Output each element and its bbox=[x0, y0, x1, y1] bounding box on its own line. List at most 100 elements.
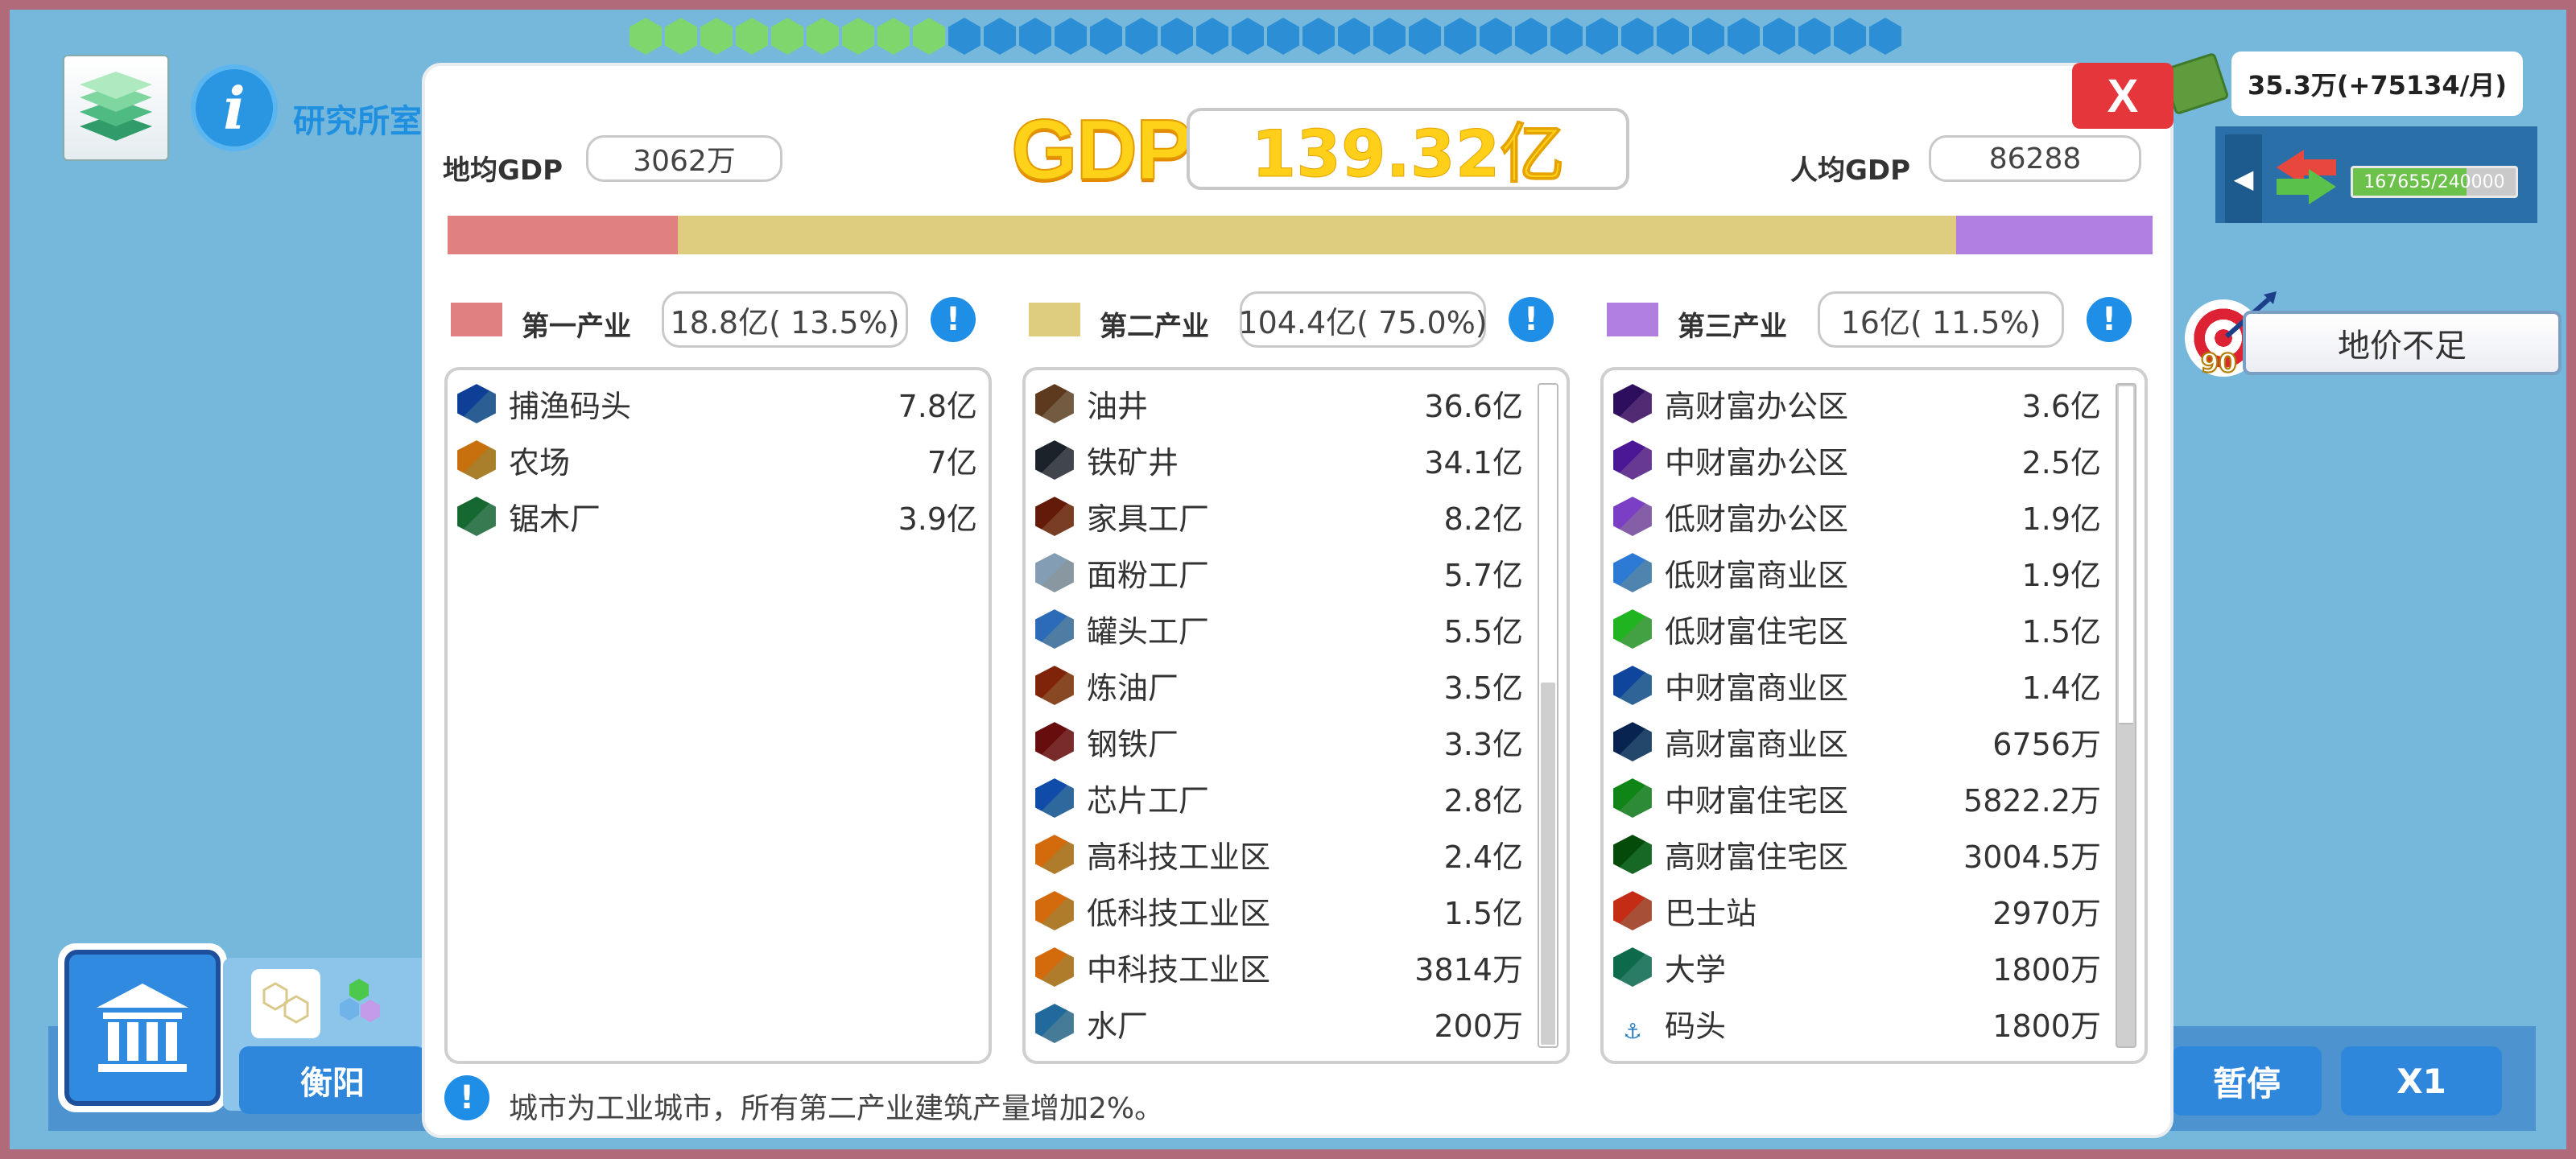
building-name: 水厂 bbox=[1087, 1008, 1149, 1044]
list-item[interactable]: ⚓ 码头 1800万 bbox=[1604, 995, 2112, 1051]
list-item[interactable]: 高财富住宅区 3004.5万 bbox=[1604, 826, 2112, 882]
building-gdp: 2.5亿 bbox=[2021, 444, 2101, 481]
city-hall-button[interactable] bbox=[58, 943, 227, 1112]
list-item[interactable]: 高科技工业区 2.4亿 bbox=[1026, 826, 1534, 882]
research-link[interactable]: 研究所室 bbox=[293, 95, 438, 142]
map-hex-tile bbox=[630, 18, 662, 55]
map-hex-tile bbox=[1621, 18, 1653, 55]
building-name: 家具工厂 bbox=[1087, 501, 1210, 537]
building-gdp: 1.4亿 bbox=[2021, 670, 2101, 706]
sector-info-icon[interactable]: ! bbox=[2087, 297, 2132, 342]
list-item[interactable]: 中科技工业区 3814万 bbox=[1026, 938, 1534, 995]
list-item[interactable]: 钢铁厂 3.3亿 bbox=[1026, 713, 1534, 769]
building-gdp: 5.5亿 bbox=[1443, 613, 1523, 650]
building-gdp: 7亿 bbox=[927, 444, 977, 481]
scrollbar-thumb[interactable] bbox=[2119, 386, 2133, 724]
hex-grid-button[interactable] bbox=[251, 969, 320, 1038]
pause-button[interactable]: 暂停 bbox=[2172, 1046, 2322, 1116]
map-hex-tile bbox=[1728, 18, 1760, 55]
list-item[interactable]: 高财富办公区 3.6亿 bbox=[1604, 375, 2112, 431]
building-name: 低财富商业区 bbox=[1665, 557, 1849, 593]
map-hex-tile bbox=[1338, 18, 1370, 55]
trade-swap-icon[interactable] bbox=[2272, 145, 2341, 209]
list-item[interactable]: 水厂 200万 bbox=[1026, 995, 1534, 1051]
hex-grid-icon bbox=[262, 982, 309, 1024]
info-icon[interactable]: i bbox=[191, 64, 278, 151]
building-name: 芯片工厂 bbox=[1087, 782, 1210, 819]
list-item[interactable]: 中财富住宅区 5822.2万 bbox=[1604, 769, 2112, 826]
building-name: 锯木厂 bbox=[509, 501, 601, 537]
building-gdp: 1.5亿 bbox=[1443, 895, 1523, 931]
close-button[interactable]: X bbox=[2072, 63, 2174, 129]
list-item[interactable]: 面粉工厂 5.7亿 bbox=[1026, 544, 1534, 600]
building-name: 中财富商业区 bbox=[1665, 670, 1849, 706]
building-gdp: 5.7亿 bbox=[1443, 557, 1523, 593]
high-residential-icon bbox=[1613, 835, 1652, 874]
list-item[interactable]: 油井 36.6亿 bbox=[1026, 375, 1534, 431]
building-name: 中财富办公区 bbox=[1665, 444, 1849, 481]
list-item[interactable]: 捕渔码头 7.8亿 bbox=[448, 375, 989, 431]
map-hex-tile bbox=[1055, 18, 1087, 55]
layers-button[interactable] bbox=[63, 55, 169, 161]
population-bar: 167655/240000 bbox=[2351, 166, 2518, 198]
sector-color-swatch bbox=[451, 303, 502, 336]
water-plant-icon bbox=[1035, 1004, 1074, 1043]
scrollbar-thumb[interactable] bbox=[1541, 683, 1555, 1045]
collapse-arrow-button[interactable]: ◀ bbox=[2225, 134, 2262, 223]
sector-building-list[interactable]: 油井 36.6亿铁矿井 34.1亿家具工厂 8.2亿 面粉工厂 5.7亿 罐头工厂 5.5亿炼… bbox=[1022, 367, 1570, 1064]
sector-info-icon[interactable]: ! bbox=[931, 297, 976, 342]
sawmill-icon bbox=[457, 497, 496, 536]
zones-icon[interactable] bbox=[335, 974, 399, 1038]
building-gdp: 1.9亿 bbox=[2021, 557, 2101, 593]
list-item[interactable]: 家具工厂 8.2亿 bbox=[1026, 488, 1534, 544]
scrollbar[interactable] bbox=[2116, 383, 2136, 1048]
list-item[interactable]: 中财富商业区 1.4亿 bbox=[1604, 657, 2112, 713]
map-hex-tile bbox=[1692, 18, 1724, 55]
mid-office-icon bbox=[1613, 440, 1652, 480]
list-item[interactable]: 罐头工厂 5.5亿 bbox=[1026, 600, 1534, 657]
building-gdp: 5822.2万 bbox=[1963, 782, 2101, 819]
building-gdp: 34.1亿 bbox=[1424, 444, 1523, 481]
list-item[interactable]: 高财富商业区 6756万 bbox=[1604, 713, 2112, 769]
building-gdp: 3.9亿 bbox=[898, 501, 977, 537]
list-item[interactable]: 低财富商业区 1.9亿 bbox=[1604, 544, 2112, 600]
building-name: 低财富住宅区 bbox=[1665, 613, 1849, 650]
speed-button[interactable]: X1 bbox=[2341, 1046, 2502, 1116]
land-price-button[interactable]: 地价不足 bbox=[2243, 311, 2562, 375]
list-item[interactable]: 铁矿井 34.1亿 bbox=[1026, 431, 1534, 488]
list-item[interactable]: 低财富办公区 1.9亿 bbox=[1604, 488, 2112, 544]
sector-building-list[interactable]: 高财富办公区 3.6亿中财富办公区 2.5亿低财富办公区 1.9亿低财富商业区 1.9亿… bbox=[1600, 367, 2148, 1064]
list-item[interactable]: 农场 7亿 bbox=[448, 431, 989, 488]
building-name: 铁矿井 bbox=[1087, 444, 1179, 481]
map-hex-tile bbox=[948, 18, 980, 55]
city-hall-icon bbox=[97, 984, 188, 1072]
building-gdp: 2.8亿 bbox=[1443, 782, 1523, 819]
map-hex-tile bbox=[984, 18, 1016, 55]
list-item[interactable]: 低科技工业区 1.5亿 bbox=[1026, 882, 1534, 938]
list-item[interactable]: 大学 1800万 bbox=[1604, 938, 2112, 995]
list-item[interactable]: 巴士站 2970万 bbox=[1604, 882, 2112, 938]
building-name: 农场 bbox=[509, 444, 571, 481]
map-hex-tile bbox=[771, 18, 803, 55]
low-tech-zone-icon bbox=[1035, 891, 1074, 930]
low-office-icon bbox=[1613, 497, 1652, 536]
list-item[interactable]: 低财富住宅区 1.5亿 bbox=[1604, 600, 2112, 657]
map-hex-tile bbox=[736, 18, 768, 55]
list-item[interactable]: 炼油厂 3.5亿 bbox=[1026, 657, 1534, 713]
list-item[interactable]: 锯木厂 3.9亿 bbox=[448, 488, 989, 544]
building-name: 捕渔码头 bbox=[509, 388, 632, 424]
sector-building-list[interactable]: 捕渔码头 7.8亿农场 7亿锯木厂 3.9亿 bbox=[444, 367, 992, 1064]
building-gdp: 6756万 bbox=[1992, 726, 2101, 762]
building-name: 油井 bbox=[1087, 388, 1149, 424]
per-capita-gdp-label: 人均GDP bbox=[1790, 155, 1911, 187]
list-item[interactable]: 中财富办公区 2.5亿 bbox=[1604, 431, 2112, 488]
map-hex-tile bbox=[1515, 18, 1547, 55]
land-gdp-label: 地均GDP bbox=[443, 155, 564, 187]
low-residential-icon bbox=[1613, 609, 1652, 649]
building-name: 高财富商业区 bbox=[1665, 726, 1849, 762]
city-name-button[interactable]: 衡阳 bbox=[239, 1046, 426, 1114]
scrollbar[interactable] bbox=[1538, 383, 1558, 1048]
list-item[interactable]: 芯片工厂 2.8亿 bbox=[1026, 769, 1534, 826]
target-count: 90 bbox=[2200, 347, 2238, 379]
sector-info-icon[interactable]: ! bbox=[1509, 297, 1554, 342]
